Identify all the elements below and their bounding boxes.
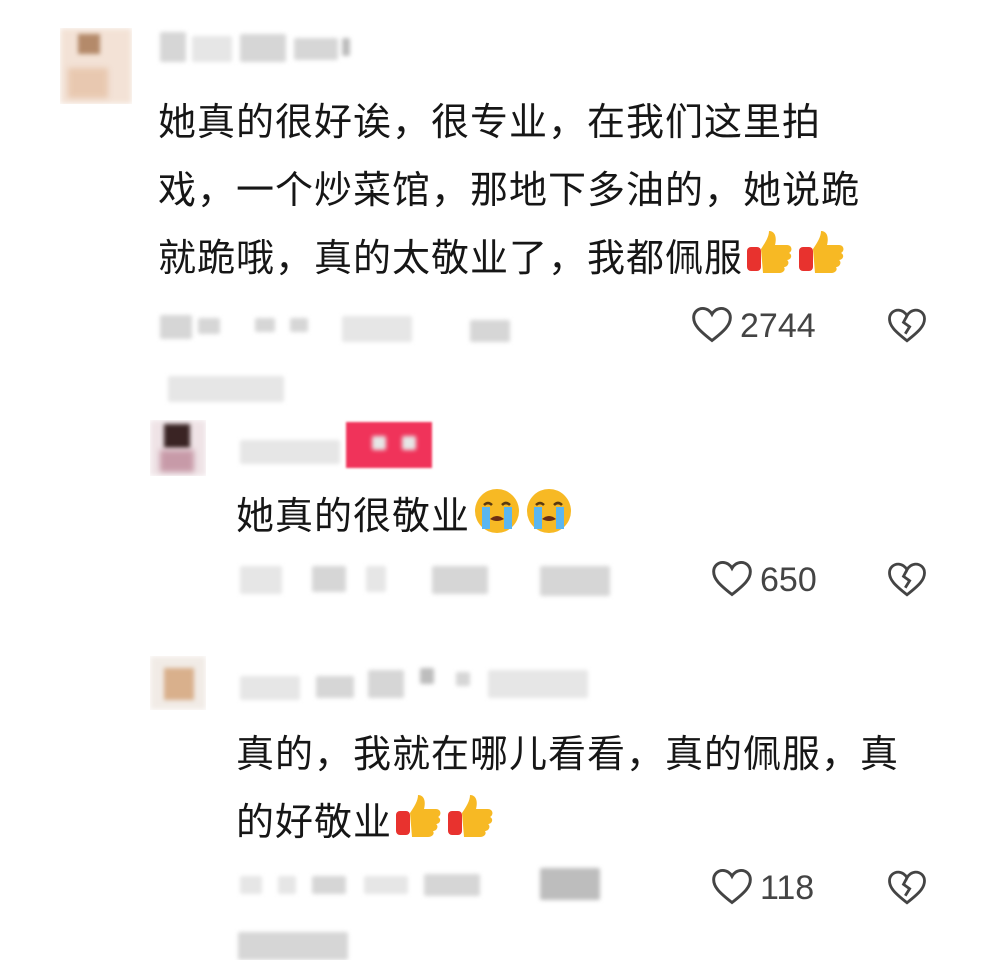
avatar[interactable]	[150, 420, 206, 476]
crying-face-icon	[524, 487, 574, 556]
heart-outline-icon	[710, 864, 754, 912]
thumbs-up-icon	[745, 229, 795, 298]
crying-face-icon	[472, 487, 522, 556]
comment-text: 她真的很好诶，很专业，在我们这里拍 戏，一个炒菜馆，那地下多油的，她说跪 就跪哦…	[158, 88, 938, 298]
thumbs-up-icon	[446, 793, 496, 862]
heart-outline-icon	[690, 302, 734, 350]
dislike-button[interactable]	[886, 304, 928, 350]
comment-text: 真的，我就在哪儿看看，真的佩服，真 的好敬业	[236, 720, 956, 862]
thumbs-up-icon	[394, 793, 444, 862]
broken-heart-icon	[886, 562, 928, 604]
dislike-button[interactable]	[886, 866, 928, 912]
broken-heart-icon	[886, 308, 928, 350]
thumbs-up-icon	[797, 229, 847, 298]
like-count: 2744	[740, 306, 816, 345]
author-tag-redacted	[346, 422, 432, 468]
avatar[interactable]	[60, 28, 132, 104]
like-count: 650	[760, 560, 817, 599]
broken-heart-icon	[886, 870, 928, 912]
like-count: 118	[760, 868, 815, 907]
like-button[interactable]: 2744	[690, 302, 816, 350]
heart-outline-icon	[710, 556, 754, 604]
comment-text: 她真的很敬业	[236, 482, 936, 556]
avatar[interactable]	[150, 656, 206, 710]
like-button[interactable]: 118	[710, 864, 814, 912]
dislike-button[interactable]	[886, 558, 928, 604]
like-button[interactable]: 650	[710, 556, 817, 604]
